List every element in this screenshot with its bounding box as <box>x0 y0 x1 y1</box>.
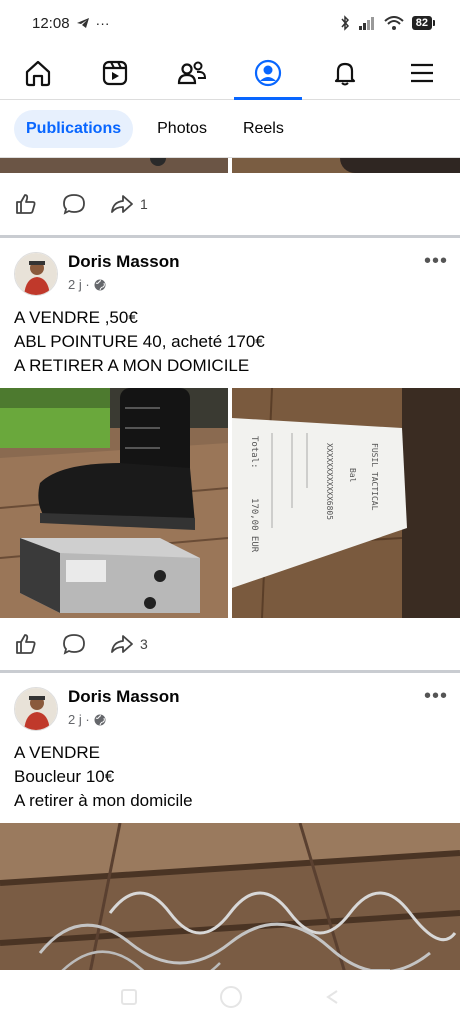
bell-icon <box>334 62 356 85</box>
share-icon <box>111 195 133 213</box>
signal-icon <box>358 17 374 30</box>
boot-photo[interactable] <box>0 388 228 618</box>
post-header: Doris Masson 2 j · ••• <box>0 673 460 737</box>
more-options-button[interactable]: ••• <box>424 250 448 273</box>
friends-icon <box>177 61 206 84</box>
avatar-image <box>15 688 57 730</box>
profile-icon <box>255 59 282 86</box>
receipt-text: Bal <box>348 468 357 483</box>
post-actions: 3 <box>0 618 460 670</box>
filter-tabs: Publications Photos Reels <box>0 100 460 158</box>
post-text-line: A VENDRE <box>14 743 100 762</box>
comment-icon <box>63 194 85 215</box>
post-time: 2 j · <box>68 712 90 727</box>
post-header: Doris Masson 2 j · ••• <box>0 238 460 302</box>
system-navigation-bar <box>0 970 460 1024</box>
like-button[interactable] <box>14 632 38 656</box>
post-text-line: Boucleur 10€ <box>14 767 115 786</box>
previous-photo-left[interactable] <box>0 158 228 173</box>
previous-post-actions: 1 <box>0 173 460 235</box>
battery-indicator: 82 <box>411 16 436 30</box>
nav-friends[interactable] <box>162 46 222 100</box>
comment-button[interactable] <box>62 192 86 216</box>
receipt-text: XXXXXXXXXXXX6805 <box>325 443 334 520</box>
post-meta: 2 j · <box>68 712 179 727</box>
post-text-line: A VENDRE ,50€ <box>14 308 138 327</box>
receipt-image: Total: 170,00 EUR XXXXXXXXXXXX6805 FUSIL… <box>232 388 460 618</box>
receipt-text: FUSIL TACTICAL <box>370 443 379 511</box>
top-nav <box>0 46 460 100</box>
more-notifications-icon: ··· <box>95 15 110 31</box>
post-text-line: A RETIRER A MON DOMICILE <box>14 356 250 375</box>
share-count: 3 <box>140 636 148 652</box>
post: Doris Masson 2 j · ••• A VENDRE ,50€ ABL… <box>0 238 460 670</box>
avatar[interactable] <box>14 252 58 296</box>
post-text-line: ABL POINTURE 40, acheté 170€ <box>14 332 265 351</box>
video-icon <box>102 60 128 85</box>
curler-image <box>0 823 460 970</box>
post-meta: 2 j · <box>68 277 179 292</box>
previous-post-photos <box>0 158 460 173</box>
previous-photo-right[interactable] <box>232 158 460 173</box>
home-button[interactable] <box>219 986 242 1008</box>
post-time: 2 j · <box>68 277 90 292</box>
comment-button[interactable] <box>62 632 86 656</box>
globe-icon <box>94 279 106 290</box>
bluetooth-icon <box>341 15 349 31</box>
globe-icon <box>94 714 106 725</box>
tab-reels[interactable]: Reels <box>231 110 296 148</box>
wifi-icon <box>384 16 404 30</box>
home-icon <box>26 60 51 86</box>
more-options-button[interactable]: ••• <box>424 685 448 708</box>
author-name[interactable]: Doris Masson <box>68 252 179 272</box>
comment-icon <box>63 634 85 655</box>
tab-photos[interactable]: Photos <box>145 110 219 148</box>
like-button[interactable] <box>14 192 38 216</box>
clock: 12:08 <box>32 14 70 32</box>
post: Doris Masson 2 j · ••• A VENDRE Boucleur… <box>0 673 460 970</box>
like-icon <box>16 194 36 214</box>
share-icon <box>111 635 133 653</box>
post-text: A VENDRE ,50€ ABL POINTURE 40, acheté 17… <box>0 302 460 388</box>
receipt-photo[interactable]: Total: 170,00 EUR XXXXXXXXXXXX6805 FUSIL… <box>232 388 460 618</box>
share-button[interactable]: 3 <box>110 632 148 656</box>
nav-notifications[interactable] <box>315 46 375 100</box>
recent-apps-button[interactable] <box>121 989 138 1005</box>
boot-image <box>0 388 228 618</box>
avatar-image <box>15 253 57 295</box>
curler-photo[interactable] <box>0 823 460 970</box>
receipt-text: 170,00 EUR <box>249 498 259 553</box>
nav-home[interactable] <box>8 46 68 100</box>
status-bar: 12:08 ··· 82 <box>0 0 460 46</box>
telegram-icon <box>76 18 89 28</box>
feed: 1 Doris Masson 2 j · ••• A VENDRE ,50€ A… <box>0 158 460 970</box>
back-icon[interactable] <box>325 989 339 1005</box>
post-text-line: A retirer à mon domicile <box>14 791 193 810</box>
receipt-text: Total: <box>249 436 259 469</box>
author-name[interactable]: Doris Masson <box>68 687 179 707</box>
nav-profile[interactable] <box>234 46 303 100</box>
post-photos: Total: 170,00 EUR XXXXXXXXXXXX6805 FUSIL… <box>0 388 460 618</box>
share-button[interactable]: 1 <box>110 192 148 216</box>
nav-menu[interactable] <box>392 46 452 100</box>
like-icon <box>16 634 36 654</box>
menu-icon <box>410 63 433 82</box>
avatar[interactable] <box>14 687 58 731</box>
post-text: A VENDRE Boucleur 10€ A retirer à mon do… <box>0 737 460 823</box>
share-count: 1 <box>140 196 148 212</box>
nav-video[interactable] <box>85 46 145 100</box>
tab-publications[interactable]: Publications <box>14 109 134 148</box>
